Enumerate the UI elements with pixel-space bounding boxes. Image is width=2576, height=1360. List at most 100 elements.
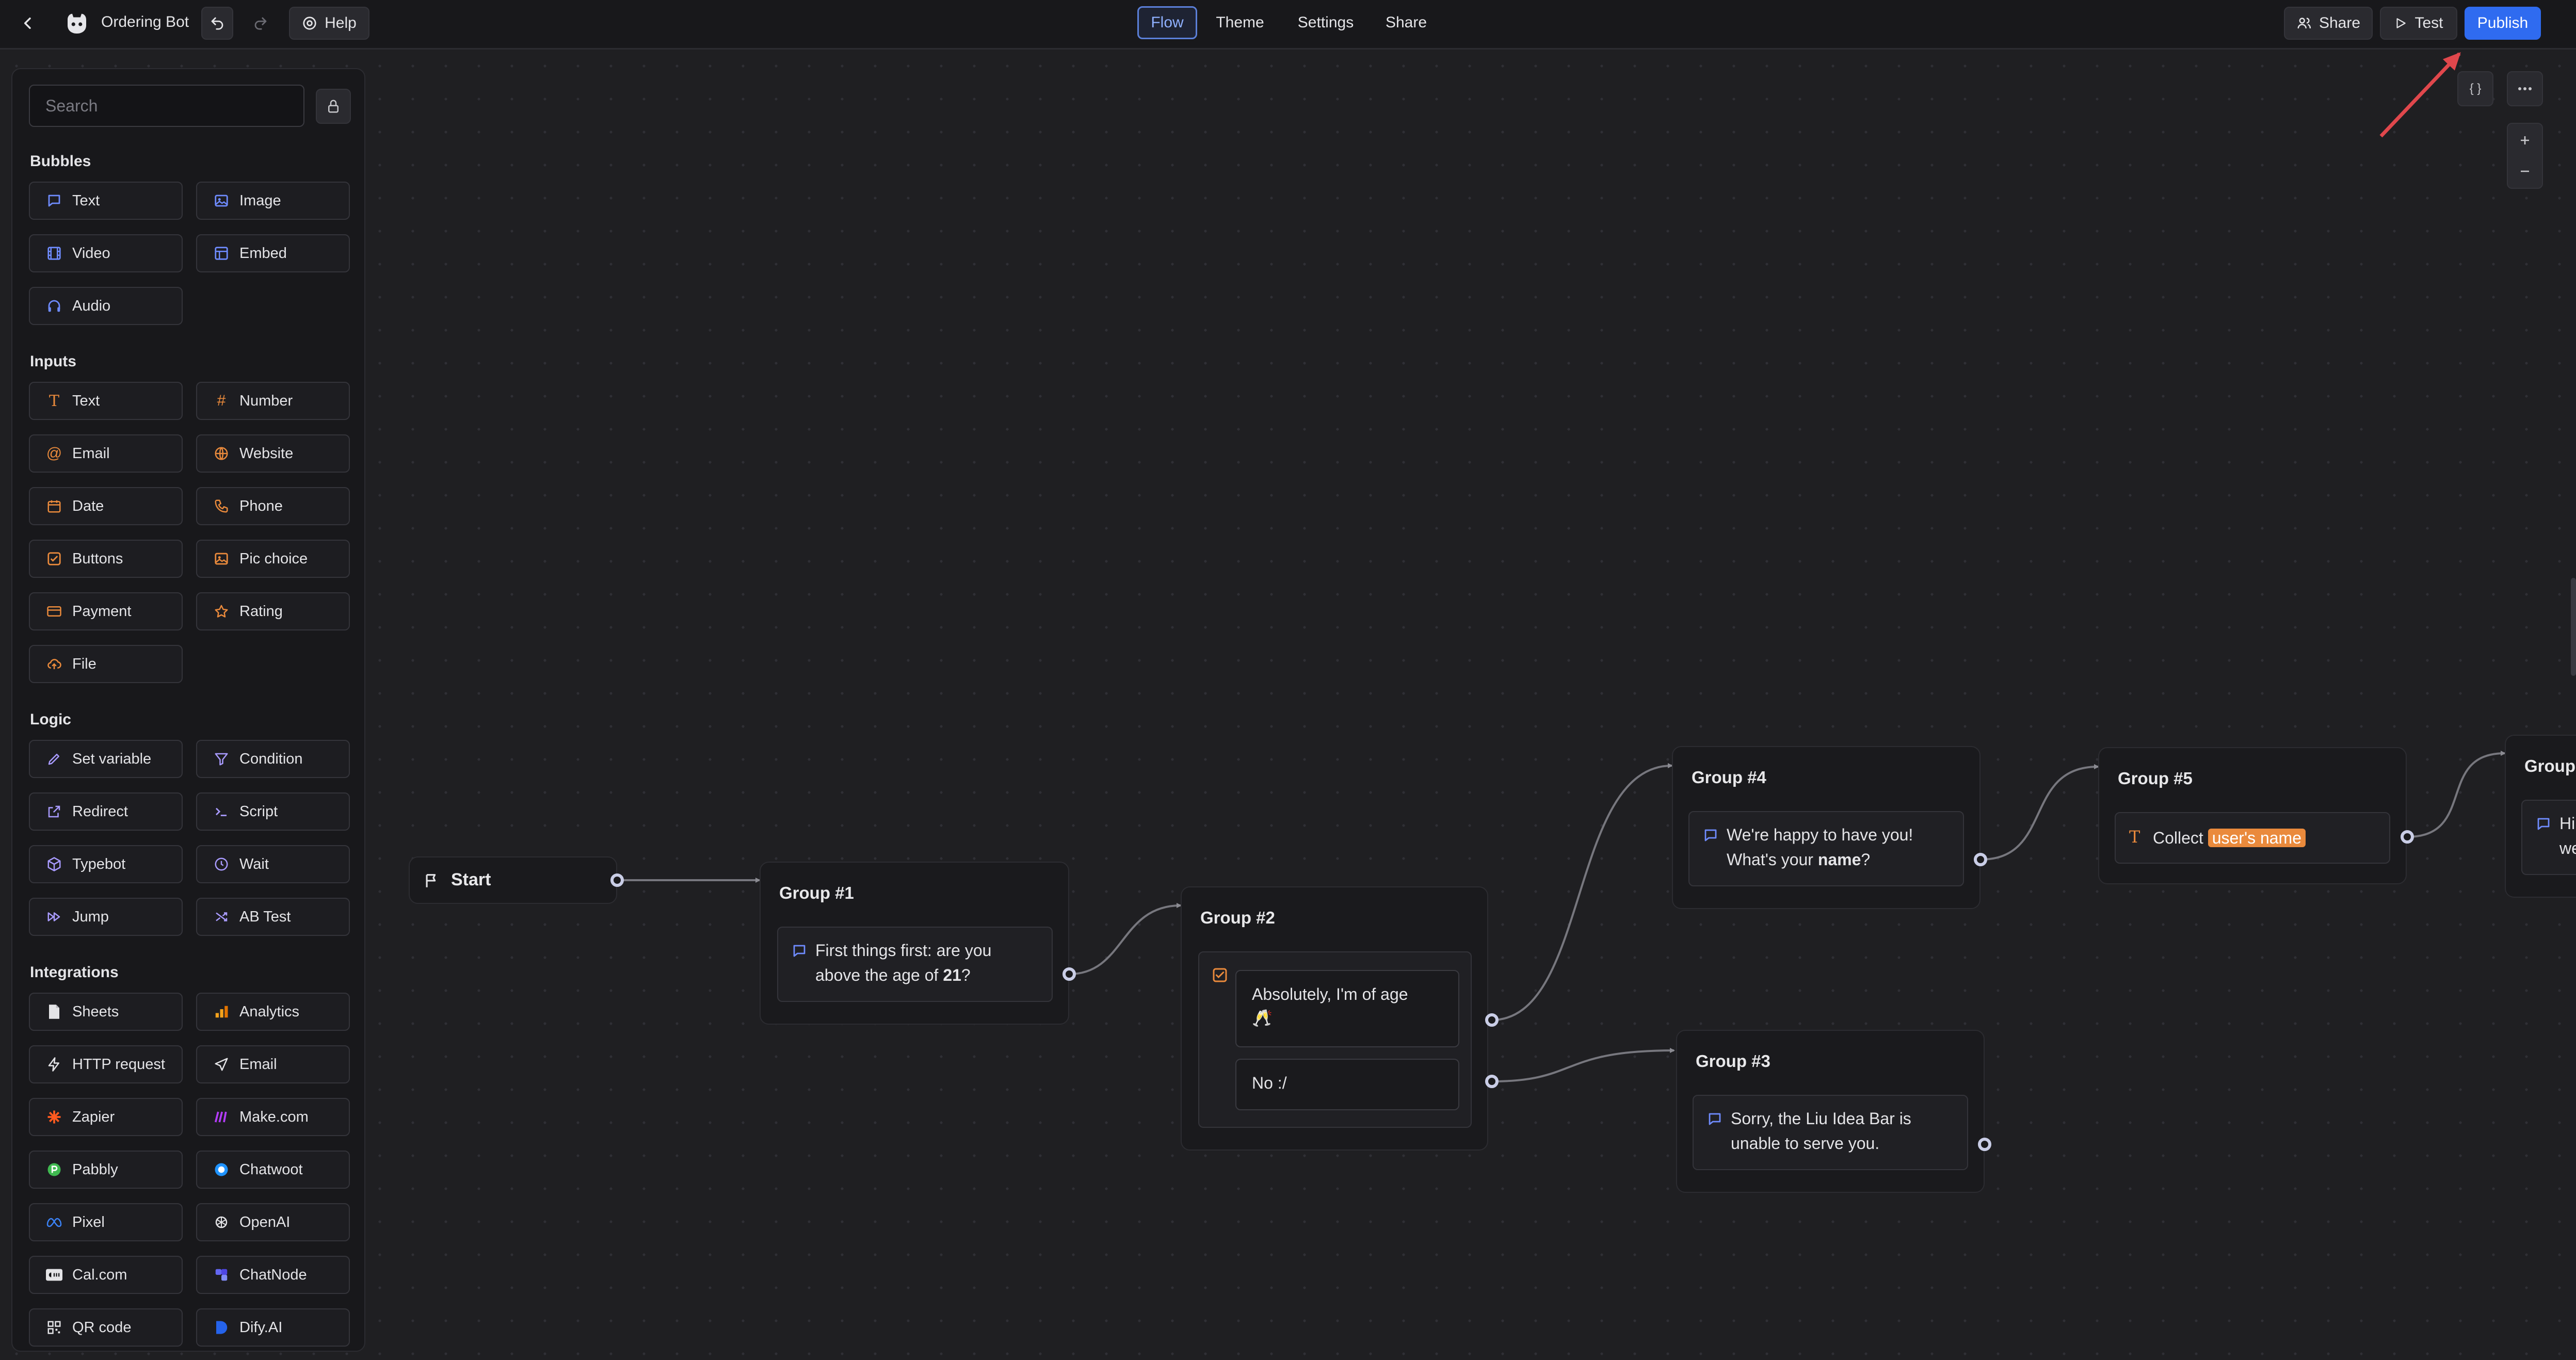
zoom-in-button[interactable] bbox=[2508, 125, 2542, 156]
block-jump[interactable]: Jump bbox=[29, 898, 183, 936]
block-calcom[interactable]: Cal.com bbox=[29, 1256, 183, 1294]
at-sign-icon: @ bbox=[46, 445, 62, 462]
zoom-out-button[interactable] bbox=[2508, 156, 2542, 187]
block-label: Wait bbox=[239, 855, 269, 872]
edge-group5-group6 bbox=[2407, 751, 2506, 838]
block-video-bubble[interactable]: Video bbox=[29, 234, 183, 272]
block-pic-choice-input[interactable]: Pic choice bbox=[196, 540, 350, 578]
more-options-button[interactable] bbox=[2507, 71, 2543, 106]
block-openai[interactable]: OpenAI bbox=[196, 1203, 350, 1241]
block-analytics[interactable]: Analytics bbox=[196, 993, 350, 1031]
annotation-arrow bbox=[2379, 52, 2461, 138]
block-label: OpenAI bbox=[239, 1213, 291, 1231]
start-output-port[interactable] bbox=[610, 873, 624, 887]
block-email-integration[interactable]: Email bbox=[196, 1045, 350, 1083]
block-chatnode[interactable]: ChatNode bbox=[196, 1256, 350, 1294]
block-website-input[interactable]: Website bbox=[196, 434, 350, 473]
block-buttons-input[interactable]: Buttons bbox=[29, 540, 183, 578]
group-node-1[interactable]: Group #1 First things first: are you abo… bbox=[760, 862, 1069, 1025]
group-node-6[interactable]: Group Hi we bbox=[2505, 735, 2576, 898]
group2-button2-port[interactable] bbox=[1485, 1075, 1499, 1088]
group-node-5[interactable]: Group #5 T Collect user's name bbox=[2098, 747, 2407, 884]
block-wait[interactable]: Wait bbox=[196, 845, 350, 883]
block-chatwoot[interactable]: Chatwoot bbox=[196, 1151, 350, 1189]
group4-output-port[interactable] bbox=[1974, 853, 1987, 866]
block-image-bubble[interactable]: Image bbox=[196, 182, 350, 220]
block-label: File bbox=[72, 655, 96, 672]
block-ab-test[interactable]: AB Test bbox=[196, 898, 350, 936]
group-node-3[interactable]: Group #3 Sorry, the Liu Idea Bar is unab… bbox=[1676, 1030, 1985, 1193]
start-node[interactable]: Start bbox=[409, 856, 617, 904]
block-embed-bubble[interactable]: Embed bbox=[196, 234, 350, 272]
chat-bubble-icon bbox=[793, 945, 806, 957]
block-label: Payment bbox=[72, 603, 132, 620]
box-icon bbox=[47, 857, 61, 871]
block-label: AB Test bbox=[239, 908, 291, 925]
image-icon bbox=[215, 195, 228, 207]
block-zapier[interactable]: Zapier bbox=[29, 1098, 183, 1136]
block-typebot[interactable]: Typebot bbox=[29, 845, 183, 883]
make-icon bbox=[214, 1111, 227, 1123]
block-sheets[interactable]: Sheets bbox=[29, 993, 183, 1031]
block-http-request[interactable]: HTTP request bbox=[29, 1045, 183, 1083]
block-label: Dify.AI bbox=[239, 1319, 283, 1336]
block-text-input[interactable]: T Text bbox=[29, 382, 183, 420]
block-label: Image bbox=[239, 192, 281, 209]
block-phone-input[interactable]: Phone bbox=[196, 487, 350, 525]
chat-bubble-icon bbox=[1704, 829, 1717, 841]
block-label: Zapier bbox=[72, 1108, 115, 1125]
canvas-scrollbar[interactable] bbox=[2571, 578, 2576, 676]
section-title-logic: Logic bbox=[30, 711, 71, 728]
flow-edges bbox=[617, 52, 2506, 1082]
block-set-variable[interactable]: Set variable bbox=[29, 740, 183, 778]
block-label: Pabbly bbox=[72, 1161, 118, 1178]
text-bubble-block[interactable]: First things first: are you above the ag… bbox=[777, 927, 1053, 1002]
group3-output-port[interactable] bbox=[1978, 1138, 1991, 1151]
group1-output-port[interactable] bbox=[1062, 967, 1076, 981]
text-input-block[interactable]: T Collect user's name bbox=[2115, 812, 2390, 864]
group-title: Group #4 bbox=[1692, 768, 1766, 787]
choice-button-1[interactable]: Absolutely, I'm of age 🥂 bbox=[1235, 970, 1459, 1047]
block-dify[interactable]: Dify.AI bbox=[196, 1308, 350, 1347]
image-icon bbox=[215, 553, 228, 565]
block-rating-input[interactable]: Rating bbox=[196, 592, 350, 630]
sheets-icon bbox=[49, 1005, 59, 1019]
dify-icon bbox=[216, 1321, 228, 1334]
block-payment-input[interactable]: Payment bbox=[29, 592, 183, 630]
block-script[interactable]: Script bbox=[196, 792, 350, 831]
block-label: QR code bbox=[72, 1319, 132, 1336]
text-bubble-block[interactable]: We're happy to have you! What's your nam… bbox=[1688, 811, 1964, 886]
block-make[interactable]: Make.com bbox=[196, 1098, 350, 1136]
block-label: Date bbox=[72, 497, 104, 514]
text-bubble-block[interactable]: Sorry, the Liu Idea Bar is unable to ser… bbox=[1693, 1095, 1968, 1170]
chat-bubble-icon bbox=[1709, 1113, 1721, 1125]
block-label: ChatNode bbox=[239, 1266, 307, 1283]
group-node-4[interactable]: Group #4 We're happy to have you! What's… bbox=[1672, 746, 1981, 909]
section-title-inputs: Inputs bbox=[30, 353, 76, 370]
text-bubble-block[interactable]: Hi we bbox=[2521, 800, 2576, 875]
block-condition[interactable]: Condition bbox=[196, 740, 350, 778]
buttons-input-block[interactable]: Absolutely, I'm of age 🥂 No :/ bbox=[1198, 951, 1472, 1128]
group-node-2[interactable]: Group #2 Absolutely, I'm of age 🥂 No :/ bbox=[1181, 886, 1488, 1151]
block-pixel[interactable]: Pixel bbox=[29, 1203, 183, 1241]
group2-button1-port[interactable] bbox=[1485, 1013, 1499, 1027]
pabbly-icon bbox=[47, 1163, 61, 1176]
block-audio-bubble[interactable]: Audio bbox=[29, 287, 183, 325]
block-text-bubble[interactable]: Text bbox=[29, 182, 183, 220]
block-redirect[interactable]: Redirect bbox=[29, 792, 183, 831]
search-input[interactable]: Search bbox=[29, 85, 304, 127]
choice-button-2[interactable]: No :/ bbox=[1235, 1059, 1459, 1110]
block-pabbly[interactable]: Pabbly bbox=[29, 1151, 183, 1189]
block-qr-code[interactable]: QR code bbox=[29, 1308, 183, 1347]
block-date-input[interactable]: Date bbox=[29, 487, 183, 525]
block-label: Pixel bbox=[72, 1213, 105, 1231]
block-number-input[interactable]: # Number bbox=[196, 382, 350, 420]
block-file-input[interactable]: File bbox=[29, 645, 183, 683]
variables-button[interactable]: { } bbox=[2457, 71, 2493, 106]
star-icon bbox=[215, 605, 228, 618]
group-title: Group #5 bbox=[2118, 769, 2193, 788]
lock-sidebar-button[interactable] bbox=[316, 89, 351, 124]
block-email-input[interactable]: @ Email bbox=[29, 434, 183, 473]
group5-output-port[interactable] bbox=[2401, 830, 2414, 844]
variable-tag: user's name bbox=[2208, 829, 2306, 847]
